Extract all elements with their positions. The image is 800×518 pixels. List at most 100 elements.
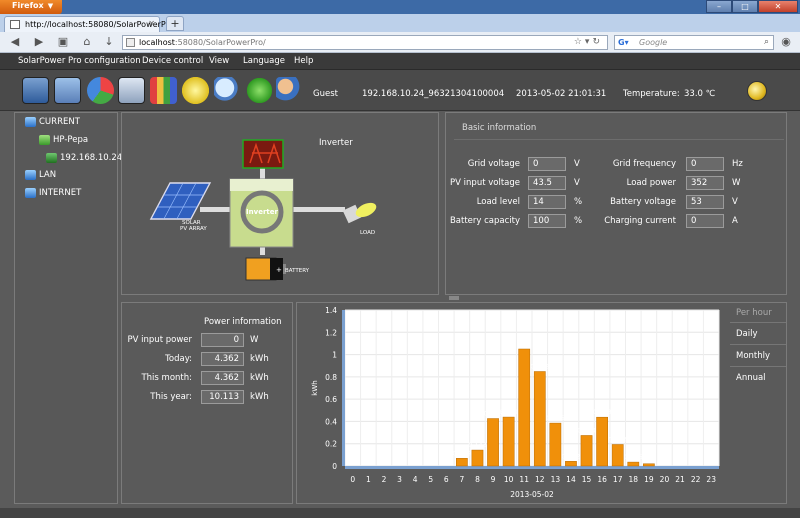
pv-input-voltage-unit: V [574, 178, 580, 188]
period-selector: Per hour Daily Monthly Annual [728, 302, 786, 392]
temperature-value: 33.0 ℃ [684, 89, 716, 99]
x-tick-label: 22 [691, 475, 701, 484]
bar-18 [627, 461, 640, 467]
bar-14 [565, 461, 577, 467]
url-path: :58080/SolarPowerPro/ [174, 38, 266, 47]
settings-tools-icon[interactable] [54, 77, 81, 104]
browser-titlebar: Firefox ▼ – □ ✕ [0, 0, 800, 14]
search-magnifier-icon[interactable] [214, 77, 241, 104]
status-bulb-icon[interactable] [747, 81, 767, 101]
energy-chart-panel: 0 0.2 0.4 0.6 0.8 1 1.2 1.4 0 1 2 3 4 5 6 0.069 7 0.143 8 0… [296, 302, 787, 504]
bar-7 [456, 458, 468, 467]
app-toolbar: Guest 192.168.10.24_96321304100004 2013-… [0, 70, 800, 111]
menu-help[interactable]: Help [294, 56, 313, 66]
tree-item-device[interactable]: 192.168.10.24_ [60, 153, 126, 163]
browser-tab[interactable]: http://localhost:58080/SolarPowerPro/ ✕ [4, 16, 176, 32]
power-information-title: Power information [204, 317, 282, 327]
menu-view[interactable]: View [209, 56, 229, 66]
tab-close-icon[interactable]: ✕ [148, 19, 155, 28]
period-monthly[interactable]: Monthly [736, 351, 770, 361]
solar-label-2: PV ARRAY [180, 226, 207, 232]
today-value: 4.362 [201, 352, 244, 366]
minimize-icon[interactable]: – [706, 0, 732, 13]
chevron-down-icon: ▼ [47, 2, 54, 10]
x-tick-label: 14 [566, 475, 576, 484]
y-axis-label: kWh [311, 380, 319, 395]
load-label: LOAD [360, 230, 375, 236]
bar-9 [487, 418, 499, 467]
period-per-hour[interactable]: Per hour [736, 308, 772, 318]
current-user: Guest [313, 89, 338, 99]
report-chart-icon[interactable] [87, 77, 114, 104]
bar-13 [549, 422, 562, 467]
bookmark-star-icon[interactable]: ☆▾↻ [574, 37, 603, 47]
inverter-box-label: Inverter [246, 208, 278, 216]
data-label-11: 1.05 [517, 340, 531, 348]
tree-item-internet[interactable]: INTERNET [39, 188, 81, 198]
home-icon[interactable]: ⌂ [80, 35, 94, 49]
url-input[interactable]: localhost:58080/SolarPowerPro/ ☆▾↻ [122, 35, 608, 50]
lan-icon [25, 170, 36, 180]
refresh-icon[interactable] [246, 77, 273, 104]
grid-voltage-value: 0 [528, 157, 566, 171]
battery-capacity-value: 100 [528, 214, 566, 228]
load-power-value: 352 [686, 176, 724, 190]
splitter-handle[interactable] [449, 296, 459, 300]
addon-eye-icon[interactable]: ◉ [779, 35, 793, 49]
battery-capacity-label: Battery capacity [449, 216, 520, 226]
x-tick-label: 20 [660, 475, 670, 484]
menu-configuration[interactable]: SolarPower Pro configuration [18, 56, 141, 66]
google-engine-icon[interactable]: G▾ [618, 38, 629, 47]
svg-text:+: + [276, 266, 282, 274]
this-year-label: This year: [150, 392, 192, 402]
search-input[interactable]: G▾ Google ⌕ [614, 35, 774, 50]
inverter-diagram: Inverter SOLAR PV ARRAY LOAD + BATTERY I… [149, 138, 377, 281]
firefox-menu-button[interactable]: Firefox ▼ [0, 0, 62, 14]
x-tick-label: 8 [475, 475, 480, 484]
data-log-icon[interactable] [150, 77, 177, 104]
monitor-icon[interactable] [22, 77, 49, 104]
menu-language[interactable]: Language [243, 56, 285, 66]
inverter-device-icon [46, 153, 57, 163]
idea-bulb-icon[interactable] [182, 77, 209, 104]
new-tab-button[interactable]: + [166, 16, 184, 31]
data-label-7: 0.069 [453, 449, 472, 457]
close-icon[interactable]: ✕ [758, 0, 798, 13]
search-placeholder: Google [639, 38, 668, 47]
x-tick-label: 5 [428, 475, 433, 484]
period-daily[interactable]: Daily [736, 329, 758, 339]
x-tick-label: 12 [535, 475, 545, 484]
x-tick-label: 11 [519, 475, 529, 484]
x-tick-label: 4 [413, 475, 418, 484]
battery-capacity-unit: % [574, 216, 583, 226]
site-identity-icon[interactable] [126, 38, 135, 47]
tree-item-lan[interactable]: LAN [39, 170, 56, 180]
pv-input-power-value: 0 [201, 333, 244, 347]
users-icon[interactable] [276, 77, 303, 104]
stop-icon[interactable]: ▣ [56, 35, 70, 49]
y-tick-label: 0.8 [325, 373, 337, 382]
x-tick-label: 18 [629, 475, 639, 484]
temperature-label: Temperature: [623, 89, 680, 99]
y-tick-label: 0.6 [325, 395, 337, 404]
forward-arrow-icon[interactable]: ▶ [32, 35, 46, 49]
tree-item-host[interactable]: HP-Pepa [53, 135, 88, 145]
back-arrow-icon[interactable]: ◀ [8, 35, 22, 49]
charging-current-value: 0 [686, 214, 724, 228]
grid-frequency-unit: Hz [732, 159, 743, 169]
device-camera-icon[interactable] [118, 77, 145, 104]
host-icon [39, 135, 50, 145]
status-bar [0, 508, 800, 518]
load-level-value: 14 [528, 195, 566, 209]
menu-device-control[interactable]: Device control [142, 56, 203, 66]
period-annual[interactable]: Annual [736, 373, 766, 383]
y-tick-label: 0.4 [325, 417, 337, 426]
y-tick-label: 1 [332, 351, 337, 360]
x-tick-label: 19 [644, 475, 654, 484]
tree-item-current[interactable]: CURRENT [39, 117, 80, 127]
x-tick-label: 6 [444, 475, 449, 484]
search-icon[interactable]: ⌕ [764, 37, 769, 47]
maximize-icon[interactable]: □ [732, 0, 758, 13]
data-label-15: 0.274 [577, 426, 596, 434]
download-icon[interactable]: ↓ [102, 35, 116, 49]
